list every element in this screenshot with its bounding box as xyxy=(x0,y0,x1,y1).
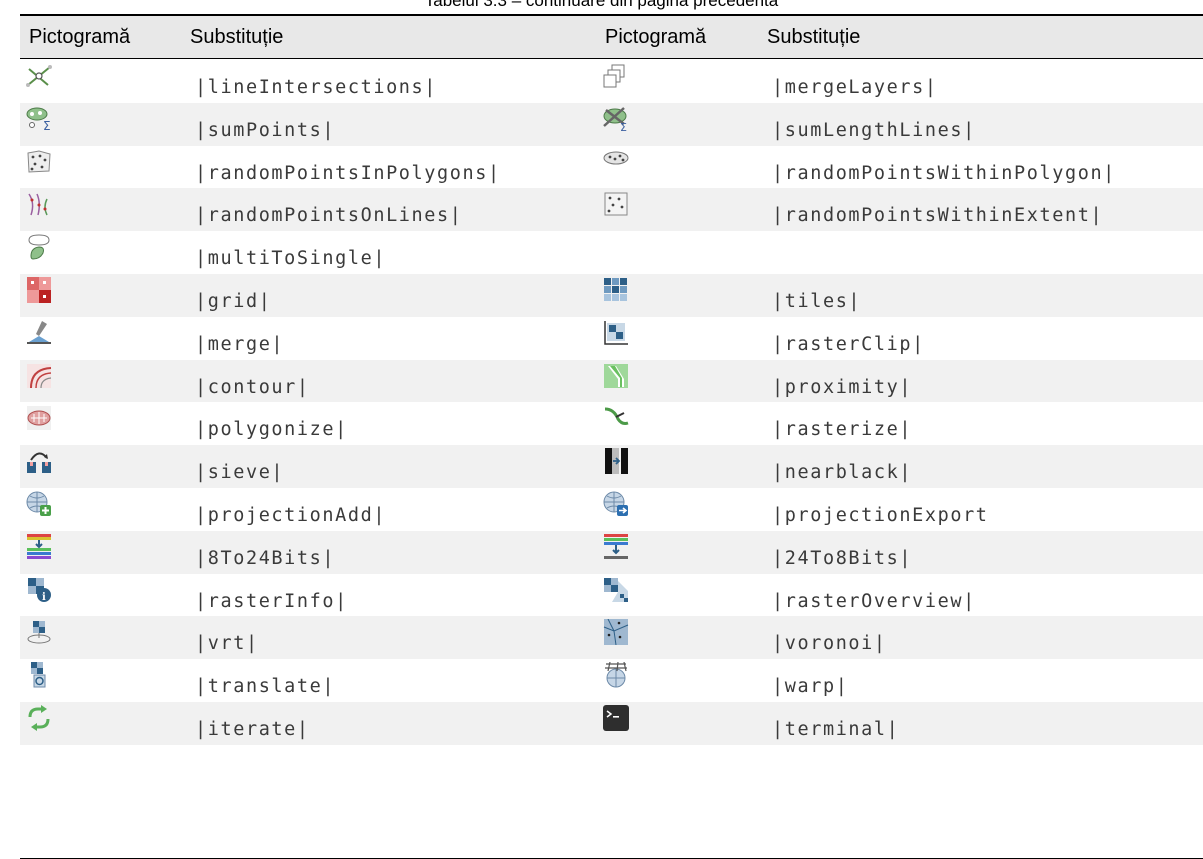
sum-points-icon: Σ xyxy=(25,106,53,132)
substitution-code: |rasterize| xyxy=(772,419,913,441)
raster-clip-icon xyxy=(602,320,630,346)
header-substitution-right: Substituție xyxy=(767,26,861,48)
substitution-code: |terminal| xyxy=(772,718,900,740)
substitution-code: |merge| xyxy=(195,333,285,355)
substitution-code: |warp| xyxy=(772,676,849,698)
header-substitution-left: Substituție xyxy=(190,26,284,48)
translate-icon xyxy=(25,662,53,688)
24-to-8-bits-icon xyxy=(602,533,630,560)
table-header-rule xyxy=(20,58,1203,59)
merge-layers-icon xyxy=(602,63,630,89)
grid-icon xyxy=(25,276,53,303)
vrt-icon xyxy=(25,619,53,645)
table-row: |contour| |proximity| xyxy=(20,359,1203,403)
table-header: Pictogramă Substituție Pictogramă Substi… xyxy=(20,16,1203,58)
table-row: |randomPointsOnLines| |randomPointsWithin… xyxy=(20,188,1203,232)
raster-overview-icon xyxy=(602,577,630,603)
iterate-icon xyxy=(25,704,53,731)
projection-add-icon xyxy=(25,491,53,517)
substitution-code: |randomPointsWithinPolygon| xyxy=(772,162,1116,184)
terminal-icon xyxy=(602,704,630,731)
substitution-code: |translate| xyxy=(195,676,336,698)
substitution-code: |mergeLayers| xyxy=(772,77,938,98)
substitution-code: |sumLengthLines| xyxy=(772,119,976,141)
table-row: |vrt| |voronoi| xyxy=(20,616,1203,660)
substitution-code: |polygonize| xyxy=(195,419,348,441)
table-caption: Tabelul 3.3 – continuare din pagina prec… xyxy=(424,0,779,10)
table-row: |translate| |warp| xyxy=(20,659,1203,702)
multi-to-single-icon xyxy=(25,234,53,260)
random-points-in-polygons-icon xyxy=(25,149,53,175)
table-row: |multiToSingle| xyxy=(20,231,1203,274)
table-row: |merge| |rasterClip| xyxy=(20,317,1203,360)
substitution-code: |vrt| xyxy=(195,633,259,655)
substitution-code: |24To8Bits| xyxy=(772,547,913,569)
8-to-24-bits-icon xyxy=(25,533,53,560)
substitution-code: |randomPointsOnLines| xyxy=(195,205,463,227)
table-row: Σ |sumPoints| Σ |sumLengthLines| xyxy=(20,102,1203,146)
substitution-code: |rasterOverview| xyxy=(772,590,976,612)
header-icon-left: Pictogramă xyxy=(29,26,131,48)
substitution-code: |contour| xyxy=(195,376,310,398)
proximity-icon xyxy=(602,363,630,389)
header-icon-right: Pictogramă xyxy=(605,26,707,48)
svg-text:Σ: Σ xyxy=(620,121,627,132)
random-points-within-polygon-icon xyxy=(602,149,630,175)
sieve-icon xyxy=(25,448,53,474)
merge-icon xyxy=(25,320,53,346)
contour-icon xyxy=(25,363,53,389)
raster-info-icon: i xyxy=(25,577,53,603)
substitution-code: |tiles| xyxy=(772,290,862,312)
sum-length-lines-icon: Σ xyxy=(602,106,630,132)
svg-text:Σ: Σ xyxy=(43,119,51,132)
svg-text:i: i xyxy=(42,592,46,603)
substitution-code: |rasterInfo| xyxy=(195,590,348,612)
table-row: i |rasterInfo| |rasterOverview| xyxy=(20,574,1203,617)
table-row: |projectionAdd| |projectionExport xyxy=(20,488,1203,531)
substitution-code: |nearblack| xyxy=(772,462,913,484)
projection-export-icon xyxy=(602,491,630,517)
substitution-code: |8To24Bits| xyxy=(195,547,336,569)
substitution-code: |multiToSingle| xyxy=(195,248,387,270)
nearblack-icon xyxy=(602,448,630,475)
substitution-code: |randomPointsWithinExtent| xyxy=(772,205,1104,227)
substitution-code: |grid| xyxy=(195,290,272,312)
substitution-code: |proximity| xyxy=(772,376,913,398)
substitution-code: |randomPointsInPolygons| xyxy=(195,162,501,184)
substitution-code: |rasterClip| xyxy=(772,333,925,355)
substitution-code: |projectionExport xyxy=(772,504,989,526)
table-row: |grid| |tiles| xyxy=(20,273,1203,317)
voronoi-icon xyxy=(602,619,630,646)
substitution-code: |lineIntersections| xyxy=(195,77,438,98)
table-row: |iterate| |terminal| xyxy=(20,701,1203,745)
line-intersections-icon xyxy=(25,63,53,89)
table-body: |lineIntersections| |mergeLayers| Σ |sumPoi… xyxy=(20,60,1203,745)
substitution-code: |voronoi| xyxy=(772,633,887,655)
rasterize-icon xyxy=(602,405,630,431)
tiles-icon xyxy=(602,277,630,303)
table-row: |randomPointsInPolygons| |randomPointsWit… xyxy=(20,146,1203,189)
random-points-on-lines-icon xyxy=(25,191,53,217)
table-row: |sieve| |nearblack| xyxy=(20,445,1203,488)
substitution-code: |iterate| xyxy=(195,718,310,740)
substitution-code: |sieve| xyxy=(195,462,285,484)
substitution-code: |projectionAdd| xyxy=(195,504,387,526)
polygonize-icon xyxy=(25,405,53,431)
table-row: |8To24Bits| |24To8Bits| xyxy=(20,530,1203,574)
warp-icon xyxy=(602,662,630,688)
random-points-within-extent-icon xyxy=(602,191,630,217)
table-row: |lineIntersections| |mergeLayers| xyxy=(20,60,1203,103)
substitution-code: |sumPoints| xyxy=(195,119,336,141)
table-row: |polygonize| |rasterize| xyxy=(20,402,1203,445)
